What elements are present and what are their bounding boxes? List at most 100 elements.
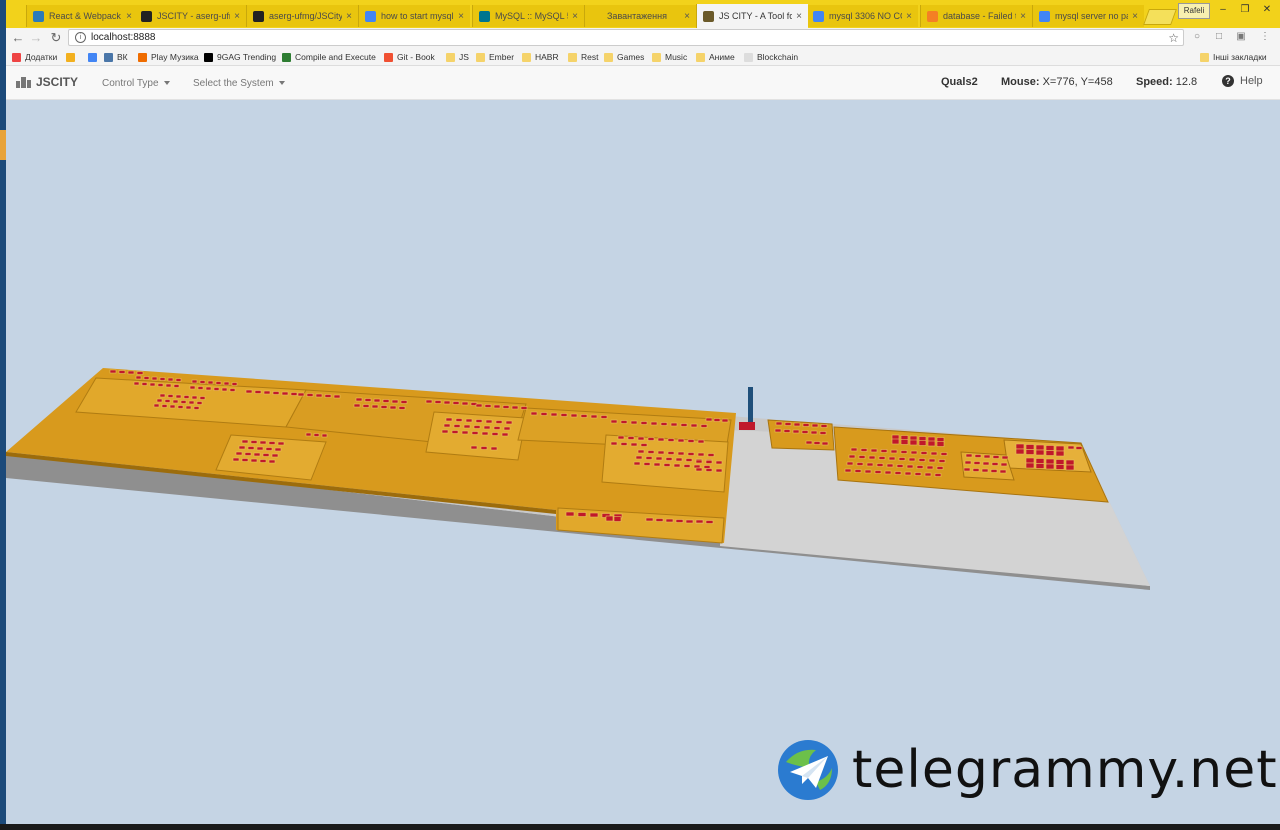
building[interactable] — [229, 388, 236, 392]
building[interactable] — [613, 516, 622, 522]
building[interactable] — [605, 515, 614, 522]
building[interactable] — [502, 405, 510, 409]
building[interactable] — [373, 398, 381, 403]
building[interactable] — [570, 413, 578, 418]
building[interactable] — [610, 419, 618, 424]
building[interactable] — [972, 468, 980, 472]
building[interactable] — [805, 440, 813, 445]
building[interactable] — [164, 399, 171, 403]
building[interactable] — [936, 441, 945, 447]
building[interactable] — [856, 462, 864, 466]
building[interactable] — [705, 460, 713, 464]
building[interactable] — [982, 461, 990, 466]
building[interactable] — [313, 433, 320, 437]
building[interactable] — [707, 453, 715, 457]
building[interactable] — [196, 401, 203, 405]
forward-icon[interactable]: → — [28, 30, 44, 46]
building[interactable] — [189, 385, 196, 390]
building[interactable] — [443, 400, 451, 405]
building[interactable] — [677, 438, 685, 443]
bookmark-item[interactable]: ВК — [104, 50, 128, 64]
info-icon[interactable]: i — [75, 32, 86, 43]
building[interactable] — [461, 401, 469, 406]
bookmark-item[interactable]: Rest — [568, 50, 598, 64]
building[interactable] — [784, 422, 792, 426]
building[interactable] — [1045, 450, 1055, 456]
building[interactable] — [793, 422, 801, 427]
building[interactable] — [983, 454, 991, 459]
building[interactable] — [461, 430, 469, 435]
building[interactable] — [687, 439, 695, 443]
tab-close-icon[interactable]: × — [1132, 11, 1138, 22]
building[interactable] — [846, 461, 854, 466]
bookmark-item[interactable]: Music — [652, 50, 687, 64]
building[interactable] — [590, 414, 598, 419]
building[interactable] — [475, 403, 483, 408]
back-icon[interactable]: ← — [10, 30, 26, 46]
browser-tab[interactable]: JS CITY - A Tool for × — [696, 4, 808, 28]
building[interactable] — [697, 439, 705, 444]
building[interactable] — [811, 423, 819, 428]
building[interactable] — [159, 377, 166, 381]
building[interactable] — [133, 381, 140, 386]
building[interactable] — [637, 436, 645, 441]
building[interactable] — [1001, 455, 1009, 460]
building[interactable] — [657, 450, 665, 455]
building[interactable] — [143, 376, 150, 380]
building[interactable] — [333, 394, 341, 399]
restore-icon[interactable]: ❐ — [1234, 3, 1256, 17]
building[interactable] — [992, 455, 1000, 459]
building[interactable] — [221, 387, 228, 392]
building[interactable] — [290, 392, 298, 396]
building[interactable] — [191, 379, 198, 384]
building[interactable] — [475, 419, 483, 423]
building[interactable] — [860, 448, 868, 452]
building[interactable] — [483, 425, 491, 430]
bookmark-item[interactable] — [88, 50, 101, 64]
building[interactable] — [1055, 459, 1065, 465]
building[interactable] — [697, 452, 705, 457]
building[interactable] — [501, 432, 509, 437]
building[interactable] — [580, 414, 588, 418]
building[interactable] — [205, 386, 212, 391]
building[interactable] — [721, 418, 729, 423]
city-canvas[interactable] — [6, 100, 1280, 824]
bookmark-item[interactable]: Games — [604, 50, 644, 64]
building[interactable] — [175, 378, 182, 382]
browser-tab[interactable]: MySQL :: MySQL 5 × — [472, 5, 584, 27]
bookmark-star-icon[interactable]: ☆ — [1168, 31, 1179, 45]
bookmark-item[interactable]: Play Музика — [138, 50, 199, 64]
building[interactable] — [465, 418, 473, 423]
building[interactable] — [589, 512, 599, 518]
bookmark-item[interactable]: Git - Book — [384, 50, 435, 64]
building[interactable] — [1045, 445, 1055, 451]
building[interactable] — [253, 452, 261, 457]
bookmark-item[interactable]: HABR — [522, 50, 559, 64]
building[interactable] — [169, 404, 176, 409]
building[interactable] — [650, 421, 658, 426]
building[interactable] — [1045, 463, 1055, 470]
building[interactable] — [1015, 443, 1025, 450]
building[interactable] — [315, 393, 323, 398]
building[interactable] — [172, 399, 179, 404]
building[interactable] — [480, 446, 488, 450]
other-bookmarks[interactable]: Інші закладки — [1200, 50, 1267, 64]
building[interactable] — [452, 401, 460, 405]
building[interactable] — [1035, 444, 1045, 451]
building[interactable] — [677, 451, 685, 456]
bookmark-item[interactable] — [66, 50, 79, 64]
building[interactable] — [637, 449, 645, 454]
building[interactable] — [188, 400, 195, 405]
building[interactable] — [928, 458, 936, 463]
building[interactable] — [647, 450, 655, 454]
building[interactable] — [1000, 462, 1008, 467]
close-window-icon[interactable]: ✕ — [1256, 3, 1278, 17]
building[interactable] — [223, 381, 230, 386]
profile-button[interactable]: Rafeli — [1178, 3, 1210, 19]
building[interactable] — [920, 451, 928, 455]
building[interactable] — [159, 393, 166, 398]
building[interactable] — [916, 465, 924, 469]
building[interactable] — [848, 454, 856, 459]
building[interactable] — [355, 397, 363, 402]
building[interactable] — [630, 442, 638, 447]
